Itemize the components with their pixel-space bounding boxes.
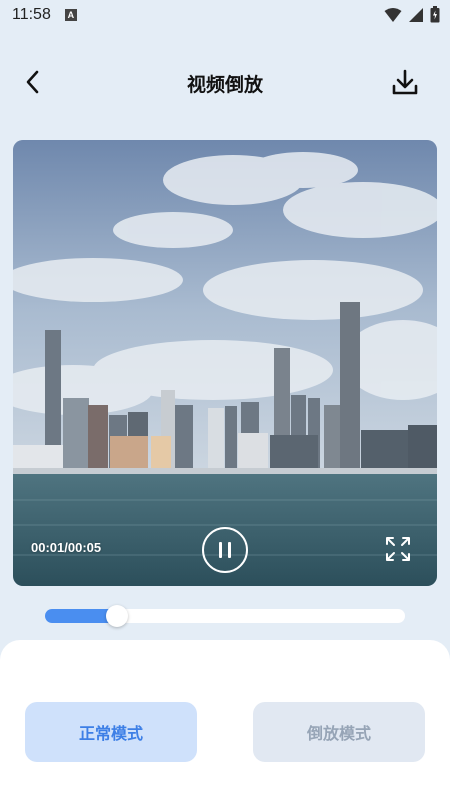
normal-mode-button[interactable]: 正常模式 (25, 702, 197, 762)
download-icon (392, 69, 418, 95)
progress-bar[interactable] (45, 605, 405, 627)
reverse-mode-button[interactable]: 倒放模式 (253, 702, 425, 762)
status-time: 11:58 (12, 6, 51, 23)
pause-button[interactable] (202, 527, 248, 573)
signal-icon (409, 7, 423, 22)
a-icon: A (64, 9, 77, 21)
header: 视频倒放 (0, 56, 450, 110)
playback-time: 00:01/00:05 (31, 540, 102, 555)
page-title: 视频倒放 (186, 74, 263, 96)
download-button[interactable] (390, 66, 420, 98)
status-icons (384, 6, 440, 23)
mode-panel: 正常模式 倒放模式 (0, 640, 450, 800)
video-frame (13, 140, 437, 586)
status-bar: 11:58 A (0, 0, 450, 30)
progress-thumb[interactable] (106, 605, 128, 627)
battery-icon (430, 6, 440, 23)
video-player[interactable]: 00:01/00:05 (13, 140, 437, 586)
fullscreen-icon (386, 537, 410, 561)
fullscreen-button[interactable] (385, 536, 411, 562)
wifi-icon (384, 7, 402, 22)
